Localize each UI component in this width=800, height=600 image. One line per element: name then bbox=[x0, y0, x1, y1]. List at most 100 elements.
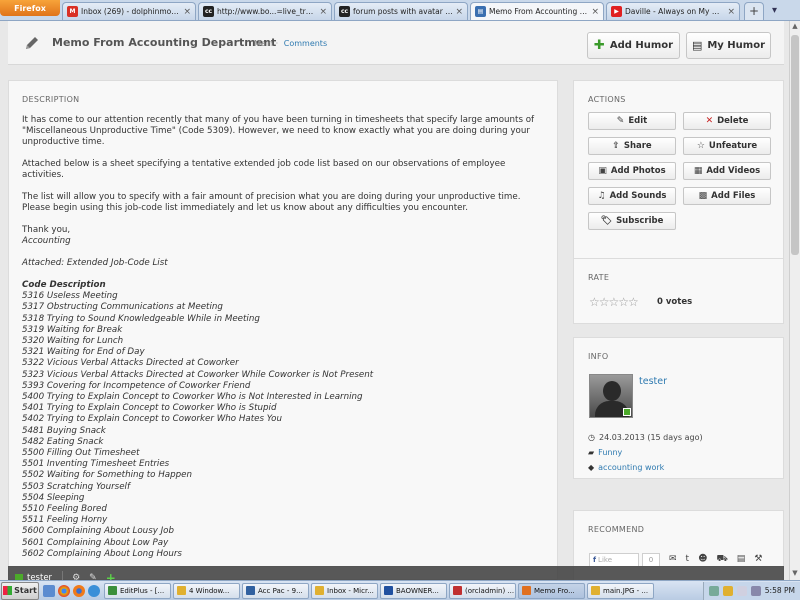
author-link[interactable]: tester bbox=[639, 376, 667, 387]
close-icon[interactable]: × bbox=[727, 7, 735, 17]
toolbar-username[interactable]: tester bbox=[27, 573, 52, 581]
chrome-icon[interactable] bbox=[58, 584, 70, 597]
mail-icon[interactable]: ✉ bbox=[669, 554, 677, 565]
facebook-icon: f bbox=[593, 556, 597, 564]
category-text: Funny bbox=[598, 448, 623, 457]
wrench-icon[interactable]: ⚒ bbox=[754, 554, 762, 565]
tab-title: http://www.bo...=live_tracker bbox=[217, 7, 318, 16]
add-icon[interactable]: + bbox=[106, 571, 116, 581]
share-button[interactable]: ⇪ Share bbox=[588, 137, 676, 155]
music-icon: ♫ bbox=[597, 191, 606, 201]
tab-list-chevron-icon[interactable]: ▾ bbox=[772, 5, 777, 16]
add-sounds-button[interactable]: ♫ Add Sounds bbox=[588, 187, 676, 205]
scroll-down-icon[interactable]: ▼ bbox=[790, 569, 800, 579]
add-humor-button[interactable]: ✚ Add Humor bbox=[587, 32, 680, 59]
code-line: 5503 Scratching Yourself bbox=[22, 481, 131, 492]
share-label: Share bbox=[623, 141, 652, 151]
breadcrumb-main[interactable]: Main bbox=[254, 39, 273, 48]
code-line: 5321 Waiting for End of Day bbox=[22, 347, 145, 358]
app-icon bbox=[384, 586, 393, 595]
like-label: Like bbox=[598, 556, 613, 564]
taskbar-item[interactable]: BAOWNER... bbox=[380, 582, 447, 599]
delete-button[interactable]: ✕ Delete bbox=[683, 112, 771, 130]
thanks-text: Thank you, bbox=[22, 225, 71, 235]
description-paragraph: The list will allow you to specify with … bbox=[22, 192, 521, 213]
site-icon: cc bbox=[339, 6, 350, 17]
taskbar-item[interactable]: main.JPG - ... bbox=[587, 582, 654, 599]
info-card: INFO tester ◷ 24.03.2013 (15 days ago) ▰ F… bbox=[573, 337, 784, 479]
breadcrumb: Main · Comments bbox=[254, 39, 327, 48]
taskbar-item[interactable]: (orcladmin) ... bbox=[449, 582, 516, 599]
system-tray: 5:58 PM bbox=[702, 581, 800, 600]
code-line: 5502 Waiting for Something to Happen bbox=[22, 470, 192, 481]
taskbar-item[interactable]: EditPlus - [... bbox=[104, 582, 171, 599]
online-status-icon bbox=[623, 408, 631, 416]
start-label: Start bbox=[14, 586, 37, 595]
add-photos-button[interactable]: ▣ Add Photos bbox=[588, 162, 676, 180]
avatar[interactable] bbox=[589, 374, 633, 418]
new-tab-button[interactable]: + bbox=[744, 2, 764, 20]
page-viewport: Memo From Accounting Department Main · C… bbox=[0, 21, 789, 580]
edit-button[interactable]: ✎ Edit bbox=[588, 112, 676, 130]
firefox-menu-button[interactable]: Firefox bbox=[0, 0, 60, 16]
add-videos-button[interactable]: ▦ Add Videos bbox=[683, 162, 771, 180]
edit-icon[interactable]: ✎ bbox=[89, 573, 97, 581]
like-count: 0 bbox=[642, 553, 660, 567]
page-icon: ▤ bbox=[475, 6, 486, 17]
delete-label: Delete bbox=[717, 116, 749, 126]
shield-icon[interactable] bbox=[722, 585, 733, 596]
scrollbar-thumb[interactable] bbox=[791, 35, 799, 255]
rating-stars[interactable]: ☆☆☆☆☆ bbox=[589, 295, 639, 309]
start-button[interactable]: Start bbox=[1, 581, 39, 600]
my-humor-button[interactable]: ▤ My Humor bbox=[686, 32, 771, 59]
taskbar-item-label: (orcladmin) ... bbox=[465, 586, 515, 595]
close-icon[interactable]: × bbox=[455, 7, 463, 17]
share-icons: ✉ t ☻ ⛟ ▤ ⚒ bbox=[669, 554, 762, 565]
code-line: 5601 Complaining About Low Pay bbox=[22, 537, 169, 548]
firefox-icon[interactable] bbox=[73, 584, 85, 597]
taskbar-item[interactable]: Inbox - Micr... bbox=[311, 582, 378, 599]
plus-icon: ✚ bbox=[593, 38, 605, 53]
browser-tab-active[interactable]: ▤ Memo From Accounting Depa... × bbox=[470, 2, 604, 20]
ie-icon[interactable] bbox=[88, 584, 100, 597]
close-icon[interactable]: × bbox=[183, 7, 191, 17]
browser-tab[interactable]: cc forum posts with avatar on in... × bbox=[334, 2, 468, 20]
desktop-icon[interactable] bbox=[43, 584, 55, 597]
signoff: Thank you, Accounting bbox=[22, 225, 543, 247]
gmail-icon: M bbox=[67, 6, 78, 17]
taskbar-item[interactable]: Memo Fro... bbox=[518, 582, 585, 599]
document-icon[interactable]: ▤ bbox=[737, 554, 746, 565]
volume-icon[interactable] bbox=[750, 585, 761, 596]
network-icon[interactable] bbox=[708, 585, 719, 596]
clock: 5:58 PM bbox=[764, 586, 795, 595]
add-files-button[interactable]: ▩ Add Files bbox=[683, 187, 771, 205]
browser-tab[interactable]: M Inbox (269) - dolphinmods@... × bbox=[62, 2, 196, 20]
cart-icon[interactable]: ⛟ bbox=[716, 554, 727, 565]
vertical-scrollbar[interactable]: ▲ ▼ bbox=[789, 21, 800, 580]
taskbar-item[interactable]: 4 Window... bbox=[173, 582, 240, 599]
tags-link[interactable]: ◆ accounting work bbox=[588, 463, 664, 472]
close-icon[interactable]: × bbox=[591, 7, 599, 17]
vote-count: 0 votes bbox=[657, 297, 693, 307]
subscribe-label: Subscribe bbox=[616, 216, 664, 226]
help-icon[interactable] bbox=[736, 585, 747, 596]
subscribe-button[interactable]: 🏷 Subscribe bbox=[588, 212, 676, 230]
avatar-head bbox=[603, 381, 621, 401]
gear-icon[interactable]: ⚙ bbox=[72, 573, 80, 581]
breadcrumb-comments-link[interactable]: Comments bbox=[284, 39, 327, 48]
close-icon[interactable]: × bbox=[319, 7, 327, 17]
browser-tab[interactable]: cc http://www.bo...=live_tracker × bbox=[198, 2, 332, 20]
like-button[interactable]: f Like bbox=[589, 553, 639, 567]
info-heading: INFO bbox=[588, 352, 609, 361]
unfeature-button[interactable]: ☆ Unfeature bbox=[683, 137, 771, 155]
app-icon bbox=[591, 586, 600, 595]
category-link[interactable]: ▰ Funny bbox=[588, 448, 622, 457]
user-icon[interactable]: ☻ bbox=[698, 554, 707, 565]
browser-tab[interactable]: ▶ Daville - Always on My Mind -... × bbox=[606, 2, 740, 20]
taskbar-item[interactable]: Acc Pac - 9... bbox=[242, 582, 309, 599]
taskbar-item-label: BAOWNER... bbox=[396, 586, 439, 595]
edit-label: Edit bbox=[628, 116, 648, 126]
post-date: ◷ 24.03.2013 (15 days ago) bbox=[588, 433, 703, 442]
scroll-up-icon[interactable]: ▲ bbox=[790, 22, 800, 32]
twitter-icon[interactable]: t bbox=[686, 554, 690, 565]
